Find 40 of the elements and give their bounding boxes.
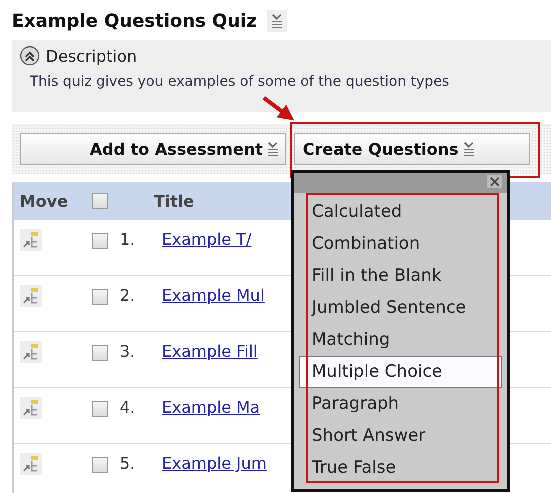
collapse-icon[interactable] — [20, 46, 40, 66]
row-number: 2. — [120, 286, 136, 305]
question-link[interactable]: Example Mul — [162, 286, 265, 305]
move-icon[interactable] — [20, 229, 42, 251]
checkbox[interactable] — [92, 345, 108, 361]
menu-item[interactable]: Jumbled Sentence — [299, 292, 489, 324]
description-text: This quiz gives you examples of some of the question types — [30, 74, 450, 90]
question-link[interactable]: Example Fill — [162, 342, 258, 361]
menu-item[interactable]: Short Answer — [299, 420, 489, 452]
question-link[interactable]: Example Ma — [162, 398, 260, 417]
menu-item[interactable]: Combination — [299, 228, 489, 260]
menu-button[interactable]: Add to Assessment — [20, 133, 286, 165]
row-number: 4. — [120, 398, 136, 417]
menu-item[interactable]: Paragraph — [299, 388, 489, 420]
row-number: 1. — [120, 230, 136, 249]
column-header: Move — [20, 192, 70, 210]
checkbox[interactable] — [92, 401, 108, 417]
move-icon[interactable] — [20, 285, 42, 307]
menu-item[interactable]: True False — [299, 452, 489, 484]
question-link[interactable]: Example Jum — [162, 454, 267, 473]
row-number: 5. — [120, 454, 136, 473]
checkbox[interactable] — [92, 193, 108, 209]
question-link[interactable]: Example T/ — [162, 230, 252, 249]
move-icon[interactable] — [20, 397, 42, 419]
column-header: Title — [154, 192, 194, 210]
section-heading: Description — [46, 46, 138, 66]
dropdown-icon — [265, 140, 281, 158]
menu-item[interactable]: Matching — [299, 324, 489, 356]
checkbox[interactable] — [92, 233, 108, 249]
close-icon[interactable] — [487, 175, 503, 189]
menu-item[interactable]: Calculated — [299, 196, 489, 228]
menu-button[interactable]: Create Questions — [294, 133, 530, 165]
move-icon[interactable] — [20, 453, 42, 475]
page-title: Example Questions Quiz — [12, 10, 258, 32]
move-icon[interactable] — [20, 341, 42, 363]
row-number: 3. — [120, 342, 136, 361]
checkbox[interactable] — [92, 289, 108, 305]
menu-item[interactable]: Fill in the Blank — [299, 260, 489, 292]
menu-item[interactable]: Multiple Choice — [299, 356, 502, 388]
checkbox[interactable] — [92, 457, 108, 473]
